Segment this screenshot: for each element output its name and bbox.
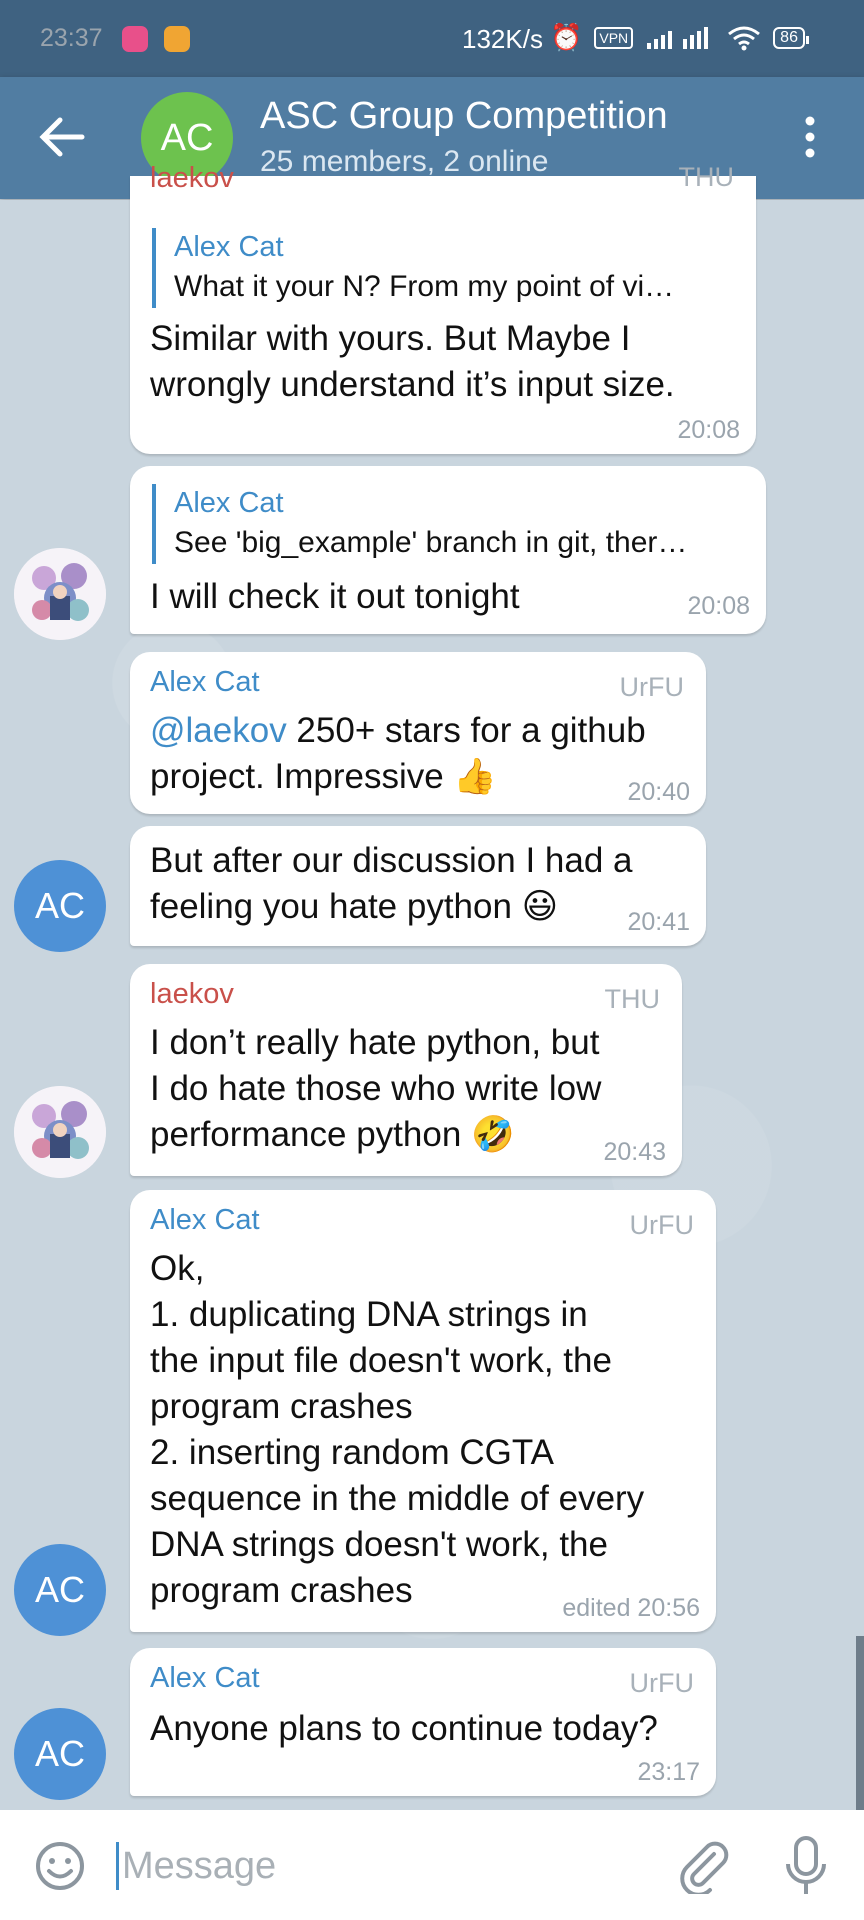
message-text: I will check it out tonight [150,577,520,616]
app-notification-icon [122,26,148,52]
signal-icon [647,26,709,49]
wifi-icon [728,26,761,50]
reply-quote[interactable]: Alex Cat What it your N? From my point o… [152,228,674,308]
message-time: 20:08 [677,416,740,444]
message-time: edited 20:56 [562,1594,700,1622]
message-sender: laekov [150,162,234,194]
message-text: I don’t really hate python, but I do hat… [150,1023,602,1154]
message-sender: Alex Cat [150,1662,260,1694]
message-bubble[interactable]: Alex Cat UrFU Ok, 1. duplicating DNA str… [130,1190,716,1632]
user-avatar-alex-cat[interactable]: AC [14,1544,106,1636]
message-bubble[interactable]: laekov THU Alex Cat What it your N? From… [130,162,756,454]
sender-affiliation: THU [604,984,661,1014]
message-time: 23:17 [637,1758,700,1786]
reply-sender: Alex Cat [174,231,284,263]
user-avatar-laekov[interactable] [14,548,106,640]
message-text: Ok, 1. duplicating DNA strings in the in… [150,1249,645,1610]
more-options-icon[interactable] [798,115,822,159]
emoji-icon[interactable] [34,1840,86,1892]
reply-quote[interactable]: Alex Cat See 'big_example' branch in git… [152,484,687,564]
message-text: Anyone plans to continue today? [150,1709,658,1748]
reply-text: What it your N? From my point of vi… [174,270,675,303]
message-sender: Alex Cat [150,666,260,698]
message-sender: Alex Cat [150,1204,260,1236]
chat-title[interactable]: ASC Group Competition [260,95,668,138]
sender-affiliation: UrFU [629,1210,694,1240]
reply-sender: Alex Cat [174,487,284,519]
sender-affiliation: THU [678,162,735,192]
message-bubble[interactable]: But after our discussion I had a feeling… [130,826,706,946]
message-text-line2: project. Impressive 👍 [150,757,498,796]
user-avatar-alex-cat[interactable]: AC [14,1708,106,1800]
message-text: @laekov 250+ stars for a github [150,708,646,754]
user-avatar-alex-cat[interactable]: AC [14,860,106,952]
status-time: 23:37 [40,24,103,52]
alarm-icon: ⏰ [550,22,583,52]
user-avatar-laekov[interactable] [14,1086,106,1178]
attach-icon[interactable] [676,1838,732,1894]
reply-text: See 'big_example' branch in git, ther… [174,526,688,559]
back-arrow-icon[interactable] [38,115,86,159]
avatar-illustration-icon [14,548,106,640]
message-bubble[interactable]: Alex Cat UrFU Anyone plans to continue t… [130,1648,716,1796]
message-time: 20:41 [627,908,690,936]
message-text: Similar with yours. But Maybe I wrongly … [150,319,675,404]
message-input[interactable] [120,1836,644,1896]
battery-icon: 86 [773,26,809,49]
message-bubble[interactable]: Alex Cat See 'big_example' branch in git… [130,466,766,634]
message-time: 20:08 [687,592,750,620]
sender-affiliation: UrFU [619,672,684,702]
app-notification-icon-2 [164,26,190,52]
message-bubble[interactable]: laekov THU I don’t really hate python, b… [130,964,682,1176]
user-mention-link[interactable]: @laekov [150,711,287,750]
vpn-icon: VPN [594,26,634,49]
message-text: But after our discussion I had a feeling… [150,841,633,926]
text-caret [116,1842,119,1890]
network-speed: 132K/s [462,24,543,54]
message-time: 20:43 [603,1138,666,1166]
message-sender: laekov [150,978,234,1010]
message-text-line1: 250+ stars for a github [286,711,646,750]
message-time: 20:40 [627,778,690,806]
status-bar: 23:37 132K/s ⏰ VPN 86 [0,0,864,77]
microphone-icon[interactable] [784,1836,828,1896]
message-bubble[interactable]: Alex Cat UrFU @laekov 250+ stars for a g… [130,652,706,814]
sender-affiliation: UrFU [629,1668,694,1698]
avatar-illustration-icon [14,1086,106,1178]
message-composer [0,1810,864,1920]
chat-subtitle: 25 members, 2 online [260,145,549,178]
chat-scrollbar[interactable] [856,1636,864,1810]
